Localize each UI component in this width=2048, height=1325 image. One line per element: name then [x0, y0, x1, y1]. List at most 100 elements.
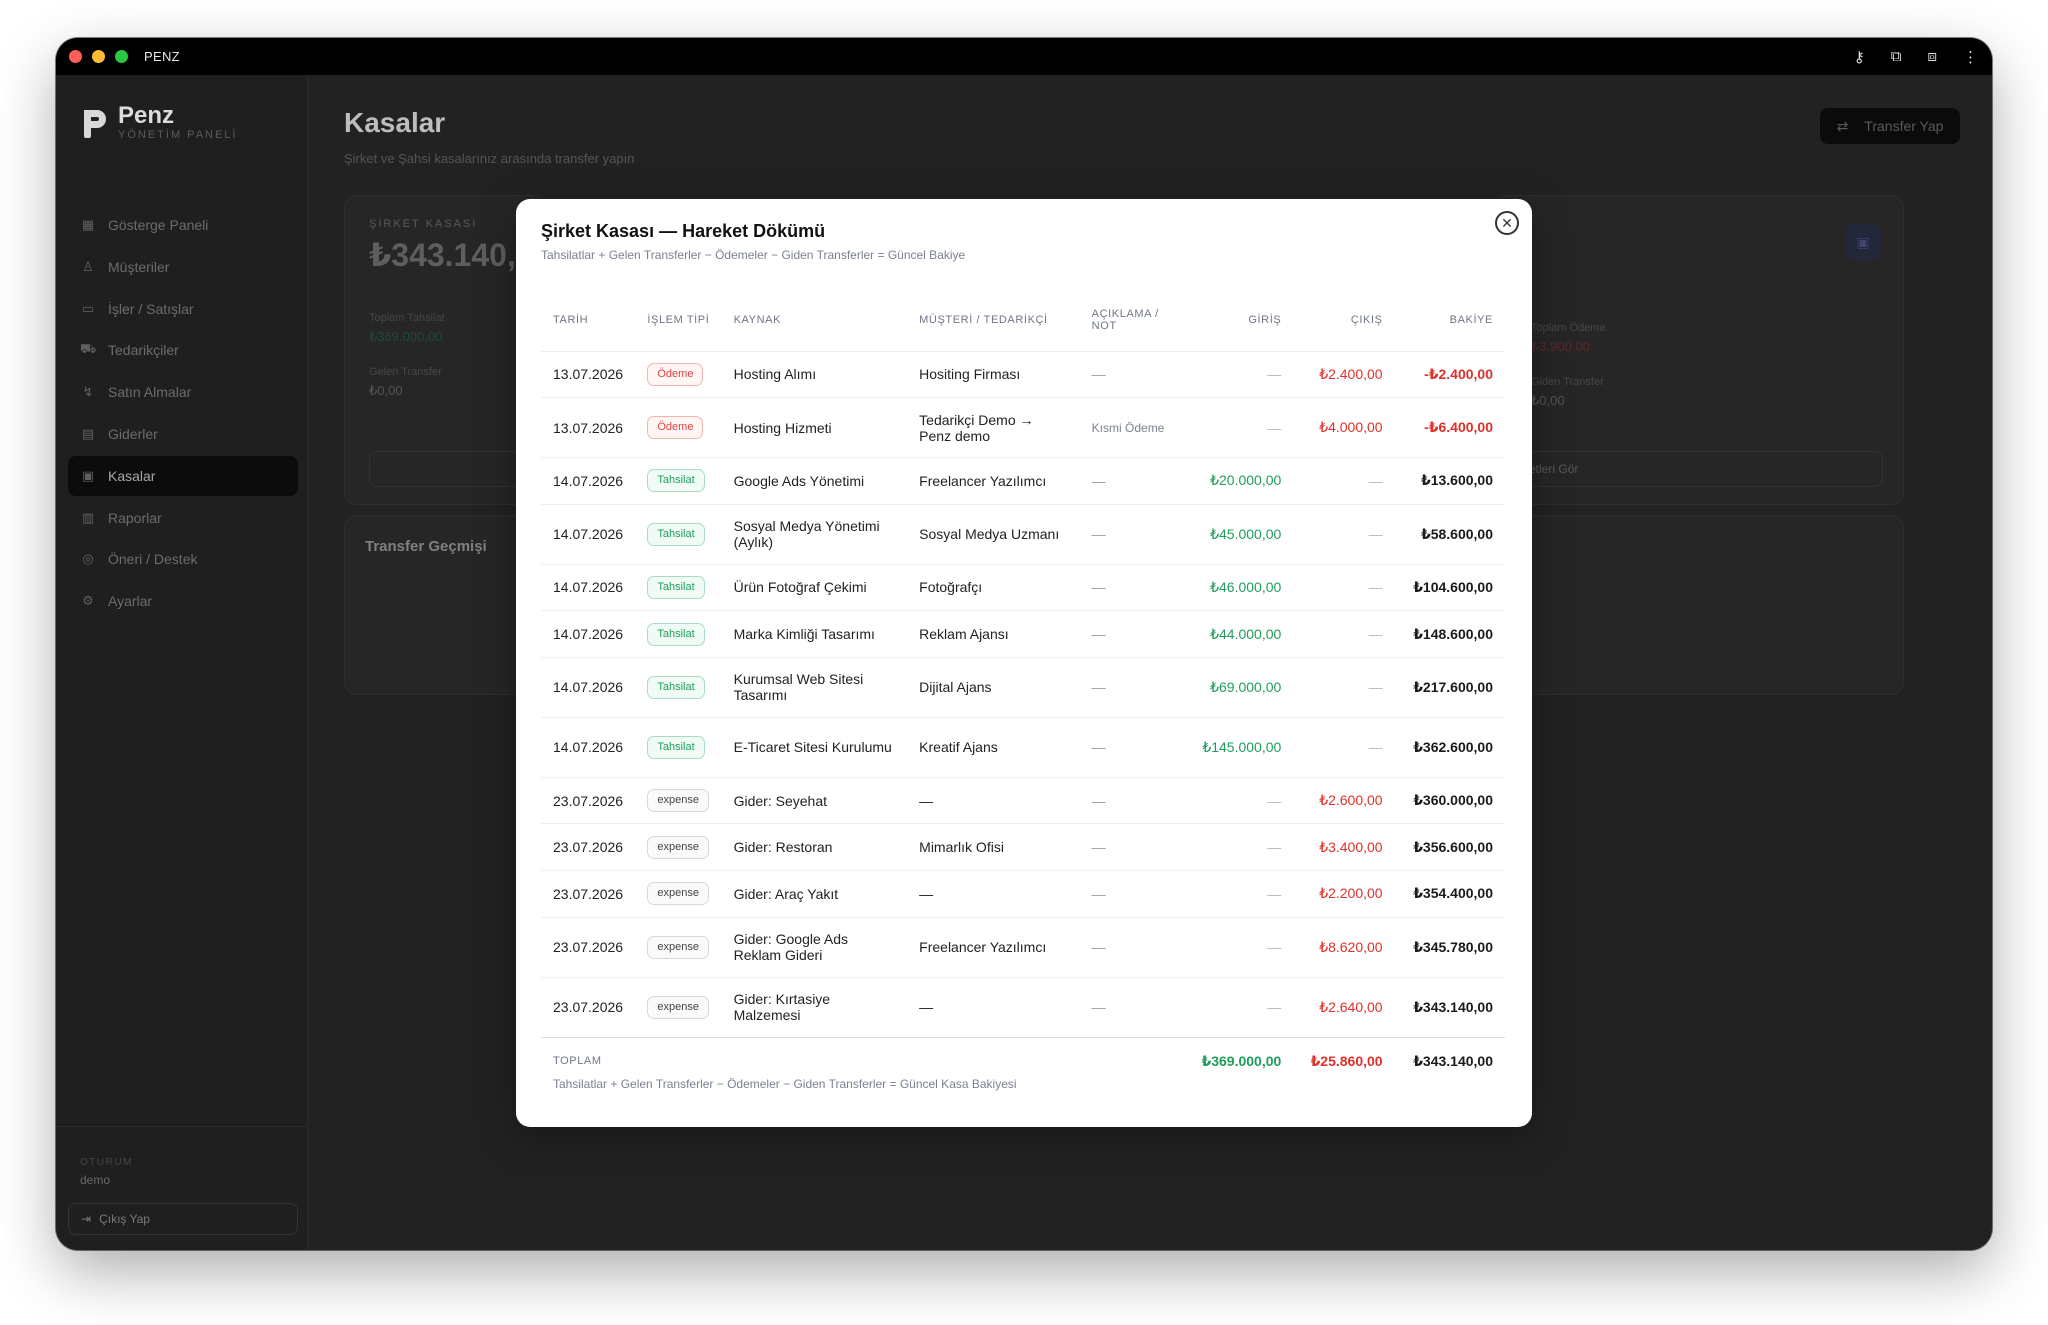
cell-party: Mimarlık Ofisi [907, 823, 1080, 871]
sidebar-item-label: Raporlar [108, 509, 162, 526]
cell-out: ₺2.640,00 [1293, 976, 1395, 1038]
maximize-window-button[interactable] [115, 50, 128, 63]
close-window-button[interactable] [69, 50, 82, 63]
type-badge: Tahsilat [647, 575, 705, 599]
cell-type: Tahsilat [635, 716, 722, 778]
table-row: 23.07.2026 expense Gider: Google Ads Rekla… [541, 916, 1505, 978]
close-icon: ✕ [1501, 215, 1513, 231]
cell-out: — [1293, 656, 1395, 718]
sidebar-item-settings[interactable]: ⚙ Ayarlar [68, 581, 298, 621]
table-row: 23.07.2026 expense Gider: Seyehat — — — ₺2.600… [541, 776, 1505, 824]
sidebar-item-purchases[interactable]: ↯ Satın Almalar [68, 372, 298, 412]
cell-in: ₺45.000,00 [1179, 503, 1294, 565]
sidebar-nav: ▦ Gösterge Paneli ♙ Müşteriler ▭ İşler / Sa… [68, 205, 298, 623]
cell-party: Sosyal Medya Uzmanı [907, 503, 1080, 565]
cell-in: — [1179, 776, 1294, 824]
toolbar-icons: ⚷ ⧉ ⧈ ⋮ [1854, 38, 1978, 75]
sidebar-item-expenses[interactable]: ▤ Giderler [68, 414, 298, 454]
sidebar-item-label: Satın Almalar [108, 384, 192, 401]
cell-note: Kısmi Ödeme [1079, 397, 1180, 458]
sidebar-item-label: Öneri / Destek [108, 551, 198, 568]
sidebar-item-suppliers[interactable]: ⛟ Tedarikçiler [68, 330, 298, 370]
cell-party: — [907, 776, 1080, 824]
personal-cash-card: ▣ Toplam Ödeme ₺3.900,00 Giden Transfer … [1496, 195, 1904, 505]
cell-date: 13.07.2026 [541, 350, 636, 398]
cell-type: expense [635, 776, 722, 824]
logout-label: Çıkış Yap [99, 1212, 150, 1226]
cell-note: — [1079, 350, 1180, 398]
table-row: 23.07.2026 expense Gider: Kırtasiye Malzem… [541, 976, 1505, 1038]
cell-date: 23.07.2026 [541, 776, 636, 824]
chart-icon: ▥ [81, 509, 95, 525]
cell-balance: ₺345.780,00 [1394, 916, 1505, 978]
trend-icon: ↯ [82, 384, 94, 400]
cell-source: Google Ads Yönetimi [721, 457, 908, 505]
minimize-window-button[interactable] [92, 50, 105, 63]
cell-type: expense [635, 976, 722, 1038]
cell-out: — [1293, 716, 1395, 778]
type-badge: expense [647, 789, 709, 813]
cell-date: 23.07.2026 [541, 916, 636, 978]
column-header-out: ÇIKIŞ [1350, 313, 1383, 326]
incoming-transfer-label: Gelen Transfer [369, 366, 442, 378]
type-badge: Tahsilat [647, 675, 705, 699]
cell-note: — [1079, 976, 1180, 1038]
table-row: 14.07.2026 Tahsilat Kurumsal Web Sitesi Ta… [541, 656, 1505, 718]
page-subtitle: Şirket ve Şahsi kasalarınız arasında tra… [344, 151, 635, 166]
brand-logo[interactable]: Penz YÖNETİM PANELİ [82, 104, 237, 141]
cell-source: Gider: Restoran [721, 823, 908, 871]
cell-note: — [1079, 563, 1180, 611]
cell-type: Tahsilat [635, 656, 722, 718]
type-badge: Tahsilat [647, 522, 705, 546]
sidebar-item-label: İşler / Satışlar [108, 300, 194, 317]
column-header-in: GİRİŞ [1248, 313, 1282, 326]
cell-note: — [1079, 916, 1180, 978]
company-movements-button[interactable] [369, 451, 539, 487]
close-modal-button[interactable]: ✕ [1495, 211, 1519, 235]
cell-out: ₺2.200,00 [1293, 870, 1395, 918]
extension-icon[interactable]: ⧈ [1927, 48, 1937, 65]
sidebar-item-sales[interactable]: ▭ İşler / Satışlar [68, 289, 298, 329]
cell-in: ₺69.000,00 [1179, 656, 1294, 718]
cell-type: Tahsilat [635, 457, 722, 505]
cell-date: 13.07.2026 [541, 397, 636, 458]
cell-date: 14.07.2026 [541, 656, 636, 718]
cell-date: 14.07.2026 [541, 563, 636, 611]
sidebar-item-support[interactable]: ◎ Öneri / Destek [68, 539, 298, 579]
more-menu-icon[interactable]: ⋮ [1963, 48, 1978, 66]
table-row: 14.07.2026 Tahsilat Google Ads Yönetimi Fre… [541, 457, 1505, 505]
column-header-note-line1: AÇIKLAMA / [1091, 307, 1159, 320]
cell-party: — [907, 870, 1080, 918]
sidebar-item-label: Gösterge Paneli [108, 217, 209, 233]
total-balance: ₺343.140,00 [1394, 1036, 1505, 1086]
cell-party: Hositing Firması [907, 350, 1080, 398]
outgoing-transfer-value: ₺0,00 [1531, 393, 1565, 408]
cell-balance: ₺343.140,00 [1394, 976, 1505, 1038]
total-collection-label: Toplam Tahsilat [369, 312, 445, 324]
logout-button[interactable]: ⇥ Çıkış Yap [68, 1203, 298, 1235]
table-row: 23.07.2026 expense Gider: Araç Yakıt — — — ₺2.… [541, 870, 1505, 918]
sidebar: Penz YÖNETİM PANELİ ▦ Gösterge Paneli ♙ Mü… [56, 75, 308, 1250]
sidebar-item-customers[interactable]: ♙ Müşteriler [68, 247, 298, 287]
cell-out: ₺3.400,00 [1293, 823, 1395, 871]
help-icon: ◎ [82, 551, 94, 567]
cell-party: — [907, 976, 1080, 1038]
movements-table: TARİH İŞLEM TİPİ KAYNAK MÜŞTERİ / TEDARİ… [541, 289, 1505, 1086]
cell-source: Hosting Alımı [721, 350, 908, 398]
cell-in: — [1179, 916, 1294, 978]
grid-icon: ▦ [81, 217, 95, 232]
sidebar-item-label: Ayarlar [108, 593, 153, 610]
sidebar-item-reports[interactable]: ▥ Raporlar [68, 498, 298, 538]
key-icon[interactable]: ⚷ [1854, 48, 1865, 66]
cell-party: Tedarikçi Demo → Penz demo [907, 397, 1080, 458]
cell-in: ₺145.000,00 [1179, 716, 1294, 778]
cell-in: — [1179, 823, 1294, 871]
movement-statement-modal: Şirket Kasası — Hareket Dökümü Tahsilatl… [516, 199, 1532, 1127]
folder-icon: ▭ [81, 300, 95, 316]
cell-type: Ödeme [635, 397, 722, 458]
sidebar-item-dashboard[interactable]: ▦ Gösterge Paneli [68, 205, 298, 245]
translate-icon[interactable]: ⧉ [1891, 48, 1902, 65]
view-movements-button[interactable]: Hareketleri Gör [1497, 451, 1883, 487]
transfer-button[interactable]: ⇄ Transfer Yap [1820, 108, 1960, 144]
sidebar-item-cashboxes[interactable]: ▣ Kasalar [68, 455, 298, 496]
